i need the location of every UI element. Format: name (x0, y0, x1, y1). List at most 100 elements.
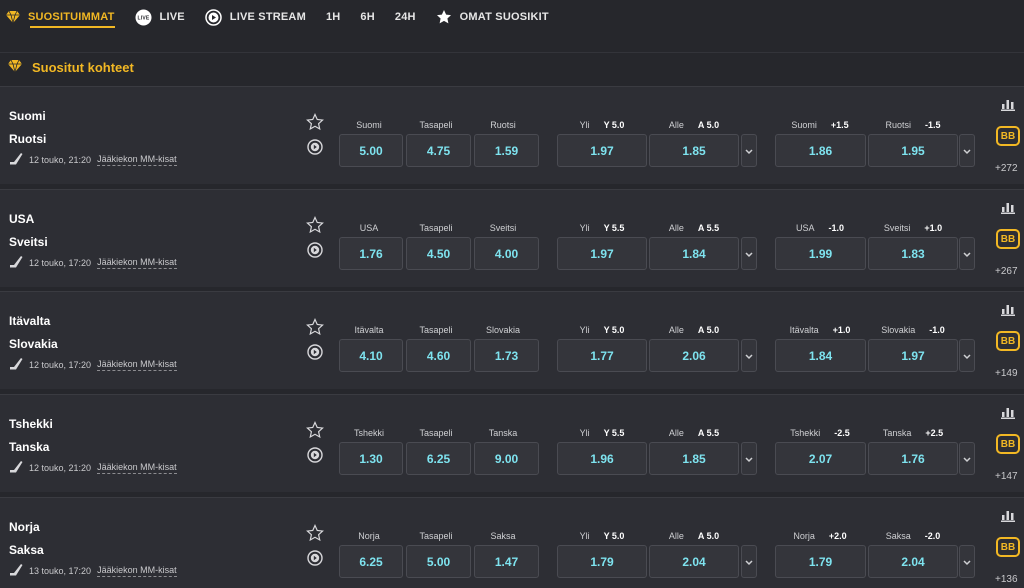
tab-6h[interactable]: 6H (360, 0, 374, 34)
bet-builder-badge[interactable]: BB (996, 126, 1020, 146)
league-link[interactable]: Jääkiekon MM-kisat (97, 257, 177, 269)
expand-totals-button[interactable] (741, 339, 757, 372)
expand-handicap-button[interactable] (959, 339, 975, 372)
odds-button-under[interactable]: 2.04 (649, 545, 739, 578)
stream-available-icon[interactable] (307, 242, 323, 258)
expand-handicap-button[interactable] (959, 545, 975, 578)
league-link[interactable]: Jääkiekon MM-kisat (97, 462, 177, 474)
stream-available-icon[interactable] (307, 447, 323, 463)
odds-button-over[interactable]: 1.97 (557, 237, 647, 270)
expand-handicap-button[interactable] (959, 442, 975, 475)
odds-button-draw[interactable]: 4.60 (406, 339, 471, 372)
odds-button-draw[interactable]: 6.25 (406, 442, 471, 475)
more-markets-count[interactable]: +136 (995, 574, 1018, 585)
more-markets-count[interactable]: +272 (995, 163, 1018, 174)
market-total-over-label: Yli Y 5.5 (557, 428, 647, 438)
odds-button-handicap-home[interactable]: 1.79 (775, 545, 866, 578)
bet-builder-badge[interactable]: BB (996, 434, 1020, 454)
market-total-under-label: Alle A 5.0 (649, 325, 739, 335)
odds-button-over[interactable]: 1.79 (557, 545, 647, 578)
odds-button-under[interactable]: 1.84 (649, 237, 739, 270)
odds-button-draw[interactable]: 4.75 (406, 134, 471, 167)
odds-button-away[interactable]: 1.59 (474, 134, 539, 167)
odds-button-home[interactable]: 5.00 (339, 134, 403, 167)
more-markets-count[interactable]: +267 (995, 266, 1018, 277)
more-markets-count[interactable]: +149 (995, 368, 1018, 379)
statistics-icon[interactable] (1001, 303, 1015, 317)
chevron-down-icon (963, 245, 971, 263)
tab-1h[interactable]: 1H (326, 0, 340, 34)
odds-button-handicap-home[interactable]: 1.84 (775, 339, 866, 372)
market-handicap-home-label: Itävalta +1.0 (775, 325, 865, 335)
stream-available-icon[interactable] (307, 344, 323, 360)
odds-button-over[interactable]: 1.77 (557, 339, 647, 372)
odds-button-under[interactable]: 1.85 (649, 442, 739, 475)
expand-handicap-button[interactable] (959, 134, 975, 167)
odds-button-handicap-home[interactable]: 2.07 (775, 442, 866, 475)
odds-button-handicap-home[interactable]: 1.99 (775, 237, 866, 270)
stream-available-icon[interactable] (307, 550, 323, 566)
odds-button-handicap-away[interactable]: 1.95 (868, 134, 958, 167)
expand-totals-button[interactable] (741, 442, 757, 475)
home-team: Norja (9, 520, 40, 534)
tab-popular[interactable]: SUOSITUIMMAT (6, 0, 115, 34)
odds-button-away[interactable]: 1.47 (474, 545, 539, 578)
bet-builder-badge[interactable]: BB (996, 331, 1020, 351)
odds-button-under[interactable]: 2.06 (649, 339, 739, 372)
statistics-icon[interactable] (1001, 509, 1015, 523)
odds-button-draw[interactable]: 5.00 (406, 545, 471, 578)
odds-button-handicap-away[interactable]: 1.76 (868, 442, 958, 475)
odds-button-handicap-away[interactable]: 2.04 (868, 545, 958, 578)
favourite-star-icon[interactable] (306, 113, 324, 131)
tab-favourites[interactable]: OMAT SUOSIKIT (436, 0, 549, 34)
odds-button-draw[interactable]: 4.50 (406, 237, 471, 270)
statistics-icon[interactable] (1001, 406, 1015, 420)
statistics-icon[interactable] (1001, 98, 1015, 112)
bet-builder-badge[interactable]: BB (996, 229, 1020, 249)
odds-button-home[interactable]: 4.10 (339, 339, 403, 372)
hcp-away-text: Slovakia (881, 325, 916, 335)
tab-24h-label: 24H (394, 11, 416, 23)
hcp-home-text: Itävalta (789, 325, 819, 335)
odds-button-handicap-away[interactable]: 1.83 (868, 237, 958, 270)
odds-button-under[interactable]: 1.85 (649, 134, 739, 167)
over-text: Yli (579, 120, 590, 130)
odds-button-over[interactable]: 1.97 (557, 134, 647, 167)
hcp-home-text: Suomi (791, 120, 817, 130)
expand-totals-button[interactable] (741, 545, 757, 578)
statistics-icon[interactable] (1001, 201, 1015, 215)
chevron-down-icon (963, 553, 971, 571)
market-1x2-home-label: Itävalta (354, 325, 384, 335)
hcp-home-line: +1.0 (832, 325, 851, 335)
odds-button-away[interactable]: 1.73 (474, 339, 539, 372)
favourite-star-icon[interactable] (306, 421, 324, 439)
away-team: Saksa (9, 543, 44, 557)
expand-totals-button[interactable] (741, 237, 757, 270)
odds-button-handicap-away[interactable]: 1.97 (868, 339, 958, 372)
favourite-star-icon[interactable] (306, 318, 324, 336)
tab-live-stream[interactable]: LIVE STREAM (205, 0, 306, 34)
odds-button-home[interactable]: 1.76 (339, 237, 403, 270)
more-markets-count[interactable]: +147 (995, 471, 1018, 482)
bet-builder-badge[interactable]: BB (996, 537, 1020, 557)
tab-live[interactable]: LIVE LIVE (135, 0, 185, 34)
odds-button-handicap-home[interactable]: 1.86 (775, 134, 866, 167)
odds-button-away[interactable]: 9.00 (474, 442, 539, 475)
odds-button-home[interactable]: 1.30 (339, 442, 403, 475)
chevron-down-icon (963, 347, 971, 365)
favourite-star-icon[interactable] (306, 216, 324, 234)
stream-available-icon[interactable] (307, 139, 323, 155)
league-link[interactable]: Jääkiekon MM-kisat (97, 565, 177, 577)
expand-totals-button[interactable] (741, 134, 757, 167)
league-link[interactable]: Jääkiekon MM-kisat (97, 359, 177, 371)
favourite-star-icon[interactable] (306, 524, 324, 542)
hockey-stick-icon (9, 358, 23, 372)
expand-handicap-button[interactable] (959, 237, 975, 270)
odds-button-home[interactable]: 6.25 (339, 545, 403, 578)
under-text: Alle (668, 223, 684, 233)
tab-24h[interactable]: 24H (395, 0, 416, 34)
odds-button-away[interactable]: 4.00 (474, 237, 539, 270)
league-link[interactable]: Jääkiekon MM-kisat (97, 154, 177, 166)
odds-button-over[interactable]: 1.96 (557, 442, 647, 475)
hcp-away-line: -1.5 (925, 120, 941, 130)
